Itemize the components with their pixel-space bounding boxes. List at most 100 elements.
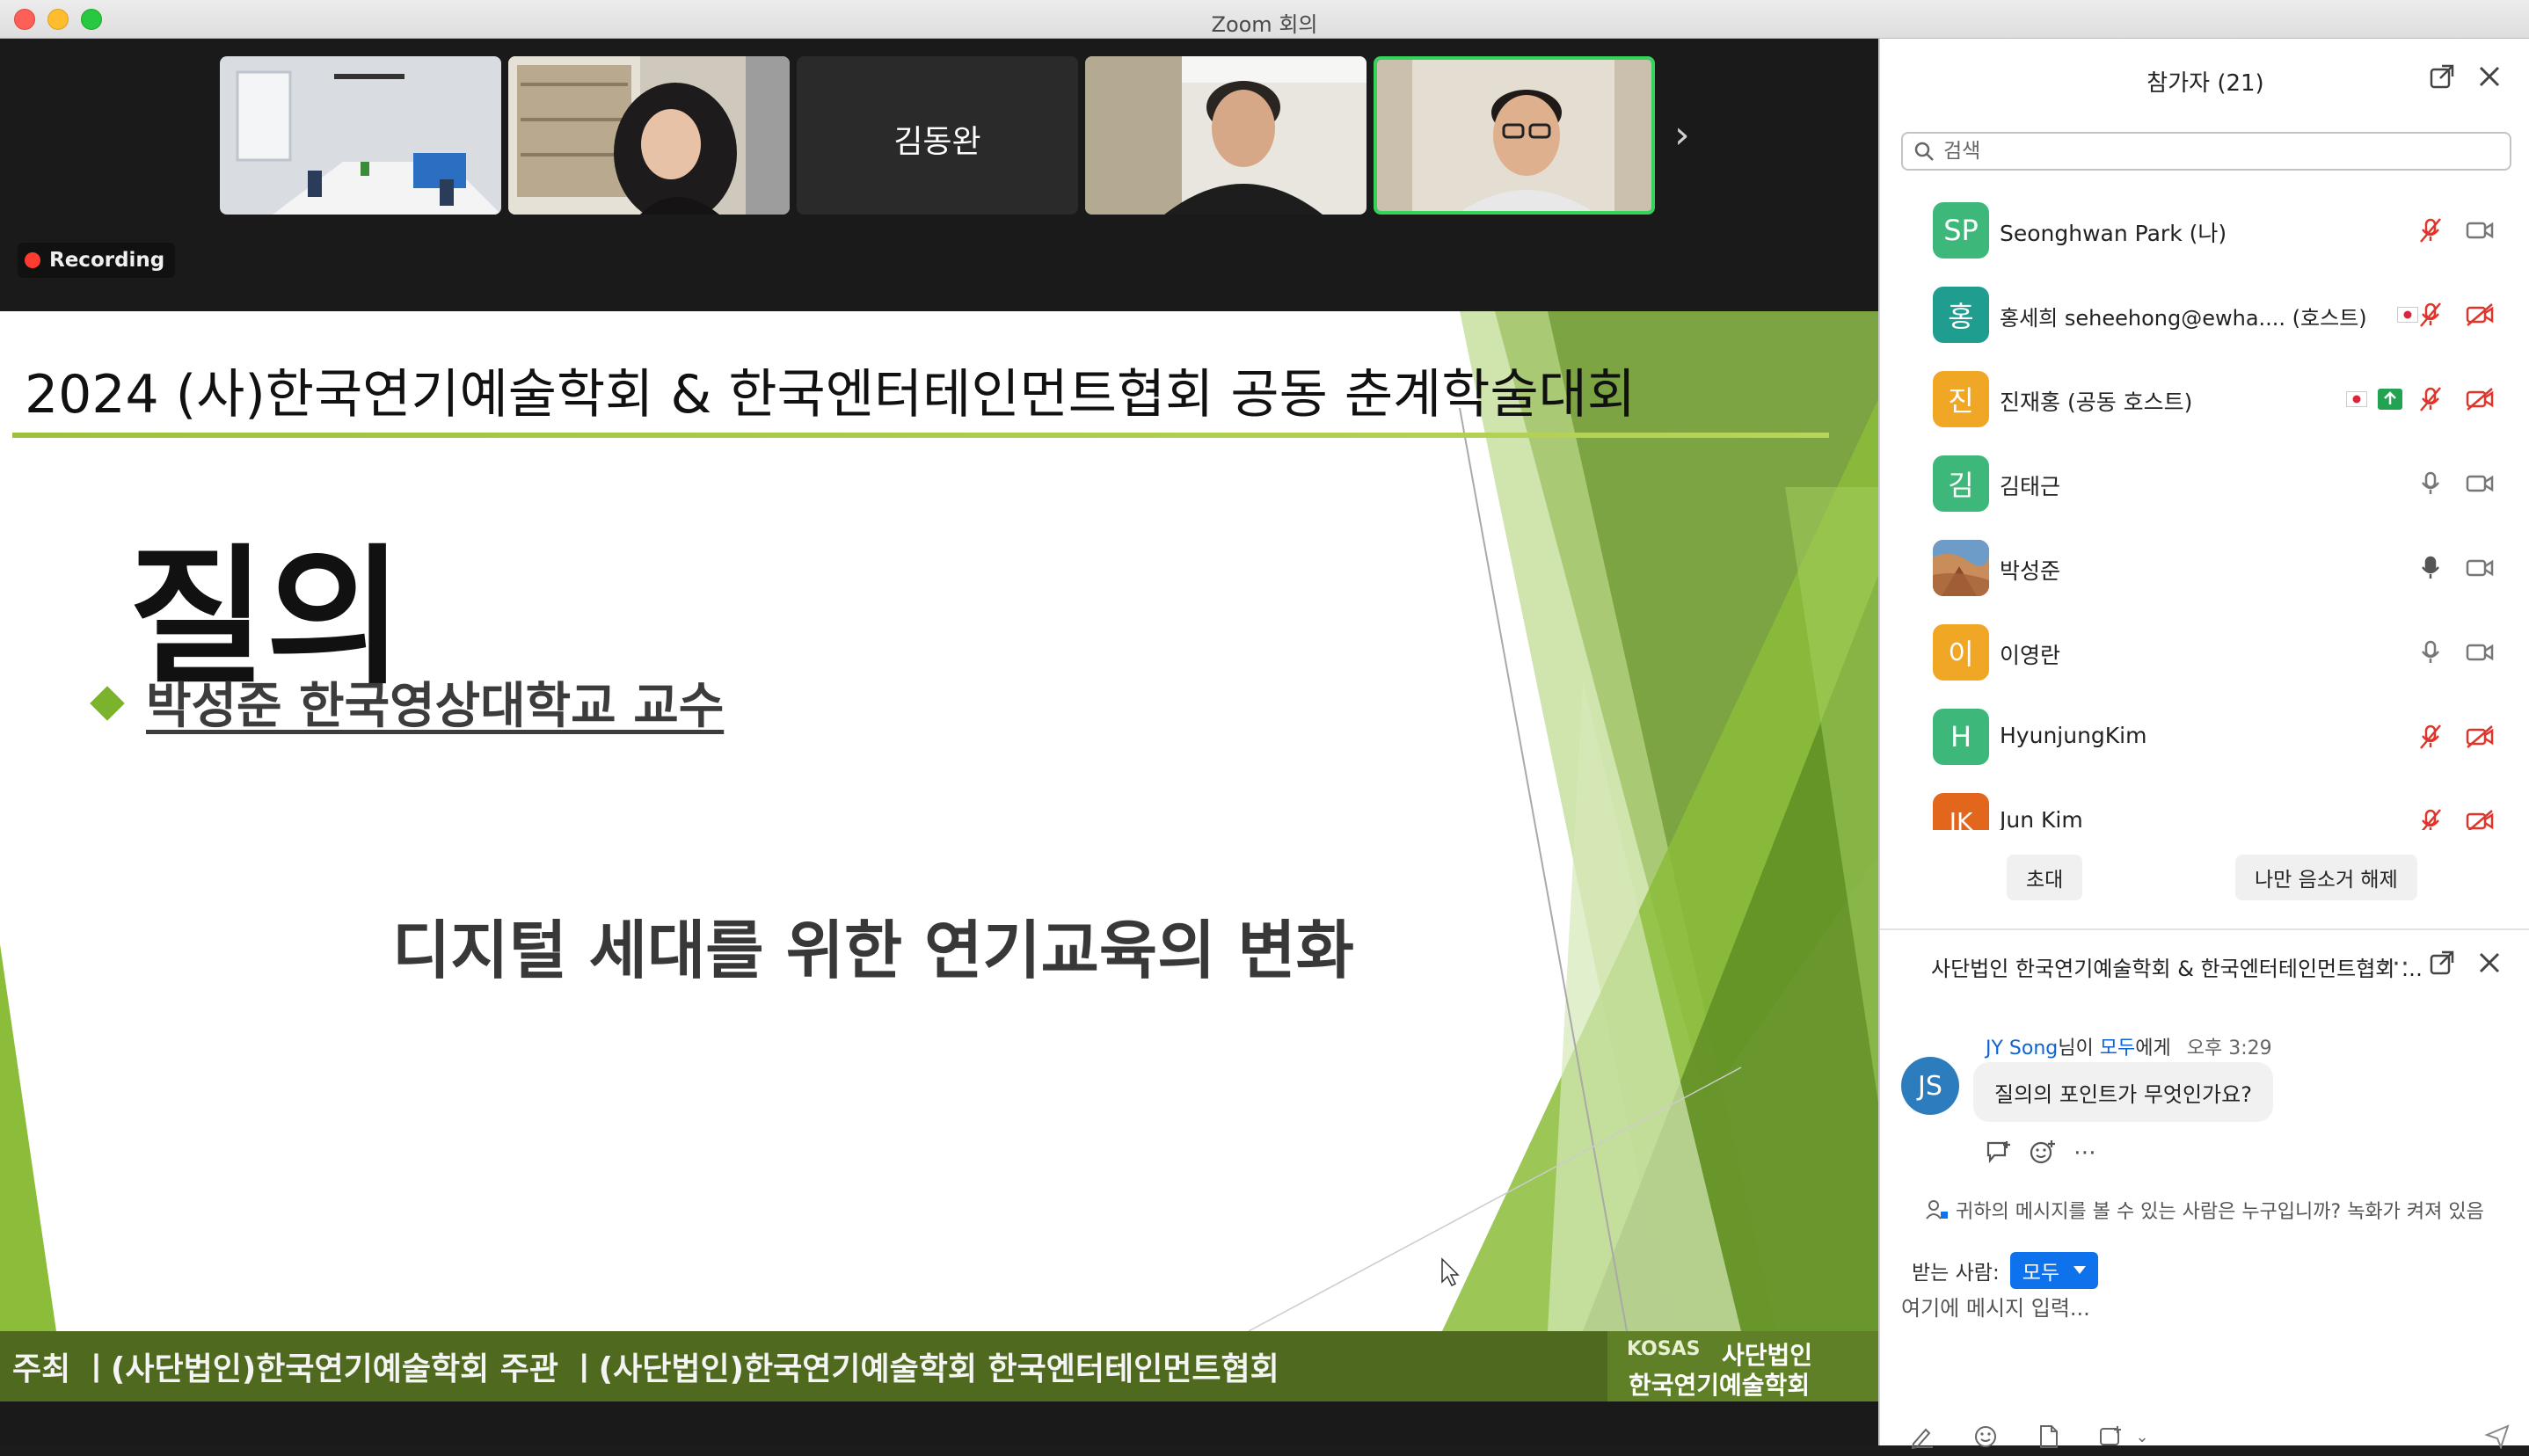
- reply-icon[interactable]: [1986, 1139, 2012, 1170]
- avatar: JK: [1933, 793, 1989, 830]
- participants-header: 참가자 (21): [1880, 39, 2529, 116]
- message-time: 오후 3:29: [2186, 1037, 2272, 1059]
- privacy-note-text: 귀하의 메시지를 볼 수 있는 사람은 누구입니까? 녹화가 켜져 있음: [1956, 1201, 2484, 1223]
- participants-list: SP Seonghwan Park (나) 홍 홍세희 seheehong@ew…: [1880, 188, 2529, 830]
- video-on-icon[interactable]: [2464, 468, 2496, 499]
- invite-button[interactable]: 초대: [2007, 855, 2083, 900]
- message-actions: ⋯: [1986, 1139, 2096, 1170]
- video-tile-participant[interactable]: [508, 56, 790, 215]
- meeting-view: 김동완 › Recording 2024 (사)한국연기예술학회 & 한국엔터테…: [0, 39, 1878, 1445]
- message-recipient-suffix: 에게: [2135, 1037, 2171, 1059]
- participant-row[interactable]: 김 김태근: [1880, 441, 2529, 526]
- video-feed: [508, 56, 790, 215]
- participant-row[interactable]: 이 이영란: [1880, 610, 2529, 695]
- unmute-me-button[interactable]: 나만 음소거 해제: [2235, 855, 2417, 900]
- more-icon[interactable]: ⋯: [2073, 1139, 2096, 1170]
- file-icon[interactable]: [2033, 1421, 2065, 1452]
- participant-row[interactable]: JK Jun Kim: [1880, 779, 2529, 830]
- screenshot-icon[interactable]: [2095, 1421, 2126, 1452]
- close-icon[interactable]: [2474, 62, 2504, 91]
- recording-indicator[interactable]: Recording: [18, 243, 176, 278]
- logo-mark: KOSAS: [1627, 1338, 1701, 1360]
- pop-out-icon[interactable]: [2427, 948, 2457, 978]
- add-reaction-icon[interactable]: [2030, 1139, 2056, 1170]
- mic-muted-icon[interactable]: [2415, 721, 2446, 753]
- chat-title: 사단법인 한국연기예술학회 & 한국엔터테인먼트협회 공동 춘계학술대회: [1931, 957, 2423, 981]
- chat-toolbar: ⌄: [1906, 1421, 2513, 1456]
- message-sender[interactable]: JY Song: [1986, 1037, 2058, 1059]
- video-off-icon[interactable]: [2464, 383, 2496, 415]
- message-recipient[interactable]: 모두: [2100, 1037, 2135, 1059]
- video-tile-participant[interactable]: [1085, 56, 1367, 215]
- video-off-icon[interactable]: [2464, 805, 2496, 830]
- to-label: 받는 사람:: [1912, 1262, 2000, 1285]
- participant-name: 홍세희 seheehong@ewha.... (호스트): [2000, 306, 2367, 331]
- video-on-icon[interactable]: [2464, 215, 2496, 246]
- avatar: H: [1933, 709, 1989, 765]
- side-panel: 참가자 (21) SP Seonghwan Park (나) 홍 홍세희 seh…: [1878, 39, 2529, 1449]
- avatar: 이: [1933, 624, 1989, 681]
- recipient-value: 모두: [2022, 1262, 2060, 1285]
- mic-muted-icon[interactable]: [2415, 215, 2446, 246]
- pop-out-icon[interactable]: [2427, 62, 2457, 91]
- mic-muted-icon[interactable]: [2415, 805, 2446, 830]
- avatar-photo: [1933, 540, 1989, 596]
- participant-name: 이영란: [2000, 643, 2061, 668]
- video-feed: [1377, 60, 1651, 211]
- participant-row[interactable]: H HyunjungKim: [1880, 695, 2529, 779]
- participant-search[interactable]: [1901, 132, 2511, 171]
- message-bubble: 질의의 포인트가 무엇인가요?: [1973, 1062, 2273, 1122]
- privacy-note[interactable]: 귀하의 메시지를 볼 수 있는 사람은 누구입니까? 녹화가 켜져 있음: [1926, 1196, 2484, 1224]
- avatar: 진: [1933, 371, 1989, 427]
- recipient-select[interactable]: 모두: [2009, 1252, 2099, 1289]
- message-avatar: JS: [1901, 1057, 1959, 1115]
- recording-dot-icon: [25, 252, 40, 268]
- participant-row[interactable]: 진 진재홍 (공동 호스트): [1880, 357, 2529, 441]
- chat-message-input[interactable]: [1901, 1291, 2508, 1387]
- close-icon[interactable]: [2474, 948, 2504, 978]
- participant-row[interactable]: 홍 홍세희 seheehong@ewha.... (호스트): [1880, 273, 2529, 357]
- video-feed: [220, 56, 501, 215]
- video-feed: [1085, 56, 1367, 215]
- caret-down-icon: [2073, 1266, 2087, 1274]
- video-tile-active-speaker[interactable]: [1374, 56, 1655, 215]
- video-on-icon[interactable]: [2464, 637, 2496, 668]
- more-options-icon[interactable]: ⋯: [2381, 948, 2411, 979]
- mic-muted-icon[interactable]: [2415, 383, 2446, 415]
- avatar: 김: [1933, 455, 1989, 512]
- gallery-next-arrow-icon[interactable]: ›: [1674, 113, 1690, 157]
- slide-subtitle: 디지털 세대를 위한 연기교육의 변화: [392, 914, 1354, 987]
- window-titlebar: Zoom 회의: [0, 0, 2529, 39]
- video-off-icon[interactable]: [2464, 721, 2496, 753]
- slide-footer: 주최 ㅣ(사단법인)한국연기예술학회 주관 ㅣ(사단법인)한국연기예술학회 한국…: [0, 1331, 1607, 1401]
- slide-footer-text: 주최 ㅣ(사단법인)한국연기예술학회 주관 ㅣ(사단법인)한국연기예술학회 한국…: [12, 1351, 1279, 1387]
- participant-name: 진재홍 (공동 호스트): [2000, 389, 2193, 415]
- slide-header-underline: [12, 433, 1829, 438]
- slide-header: 2024 (사)한국연기예술학회 & 한국엔터테인먼트협회 공동 춘계학술대회: [25, 364, 1636, 426]
- emoji-icon[interactable]: [1970, 1421, 2001, 1452]
- participant-row[interactable]: SP Seonghwan Park (나): [1880, 188, 2529, 273]
- mic-muted-icon[interactable]: [2415, 299, 2446, 331]
- video-tile-name-only[interactable]: 김동완: [797, 56, 1078, 215]
- recording-label: Recording: [49, 249, 165, 272]
- window-title: Zoom 회의: [1211, 12, 1318, 37]
- video-on-icon[interactable]: [2464, 552, 2496, 584]
- mic-on-icon[interactable]: [2415, 637, 2446, 668]
- screen-share-icon: [2374, 383, 2406, 415]
- mic-on-icon[interactable]: [2415, 468, 2446, 499]
- recipient-row: 받는 사람: 모두: [1912, 1252, 2099, 1289]
- participant-name: 박성준: [2000, 558, 2061, 584]
- participant-row[interactable]: 박성준: [1880, 526, 2529, 610]
- video-off-icon[interactable]: [2464, 299, 2496, 331]
- send-icon[interactable]: [2482, 1421, 2513, 1452]
- mic-active-icon[interactable]: [2415, 552, 2446, 584]
- person-lock-icon: [1926, 1200, 1948, 1219]
- slide-background-shapes: [0, 311, 1878, 1332]
- panel-divider: [1880, 928, 2529, 930]
- format-icon[interactable]: [1906, 1421, 1938, 1452]
- video-tile-room[interactable]: [220, 56, 501, 215]
- chevron-down-icon[interactable]: ⌄: [2126, 1421, 2158, 1452]
- message-meta: JY Song님이 모두에게 오후 3:29: [1986, 1032, 2272, 1060]
- search-input[interactable]: [1943, 140, 2471, 163]
- logo-line2: 한국연기예술학회: [1629, 1371, 1811, 1400]
